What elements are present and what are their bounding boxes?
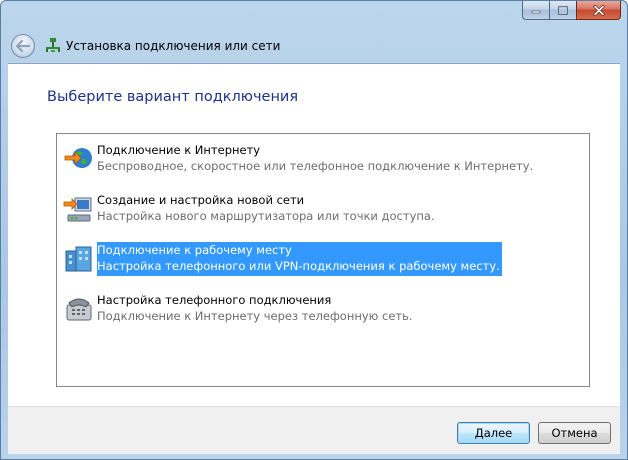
- network-setup-icon: [46, 38, 60, 52]
- option-description: Беспроводное, скоростное или телефонное …: [97, 159, 534, 173]
- minimize-icon: [531, 10, 541, 14]
- cancel-button[interactable]: Отмена: [538, 422, 611, 444]
- option-text: Подключение к Интернету Беспроводное, ск…: [97, 142, 533, 176]
- telephone-modem-icon: [66, 298, 92, 321]
- client-area: Выберите вариант подключения Подключение…: [8, 63, 620, 406]
- maximize-button[interactable]: [549, 1, 576, 20]
- window-title: Установка подключения или сети: [66, 39, 281, 53]
- dialog-window: Установка подключения или сети Выберите …: [0, 0, 628, 460]
- option-title: Создание и настройка новой сети: [97, 193, 305, 207]
- option-title: Настройка телефонного подключения: [97, 293, 332, 307]
- back-button[interactable]: [11, 34, 35, 58]
- page-heading: Выберите вариант подключения: [47, 89, 299, 105]
- minimize-button[interactable]: [522, 1, 549, 20]
- option-text: Настройка телефонного подключения Подклю…: [97, 292, 413, 326]
- back-arrow-icon: [16, 40, 30, 52]
- connection-options-list[interactable]: Подключение к Интернету Беспроводное, ск…: [56, 133, 590, 387]
- close-icon: [593, 4, 604, 16]
- option-description: Настройка нового маршрутизатора или точк…: [97, 209, 435, 223]
- option-description: Подключение к Интернету через телефонную…: [97, 309, 413, 323]
- globe-network-icon: [64, 148, 92, 168]
- option-title: Подключение к рабочему месту: [97, 243, 292, 257]
- router-setup-icon: [63, 197, 92, 222]
- next-button[interactable]: Далее: [457, 422, 530, 444]
- option-title: Подключение к Интернету: [97, 143, 261, 157]
- maximize-icon: [558, 5, 568, 15]
- caption-buttons: [522, 1, 621, 20]
- option-description: Настройка телефонного или VPN-подключени…: [97, 259, 500, 273]
- close-button[interactable]: [576, 1, 621, 20]
- navigation-bar: Установка подключения или сети: [1, 27, 627, 63]
- button-bar: Далее Отмена: [8, 406, 620, 454]
- workplace-buildings-icon: [65, 246, 92, 272]
- option-text: Подключение к рабочему месту Настройка т…: [97, 242, 502, 276]
- option-text: Создание и настройка новой сети Настройк…: [97, 192, 435, 226]
